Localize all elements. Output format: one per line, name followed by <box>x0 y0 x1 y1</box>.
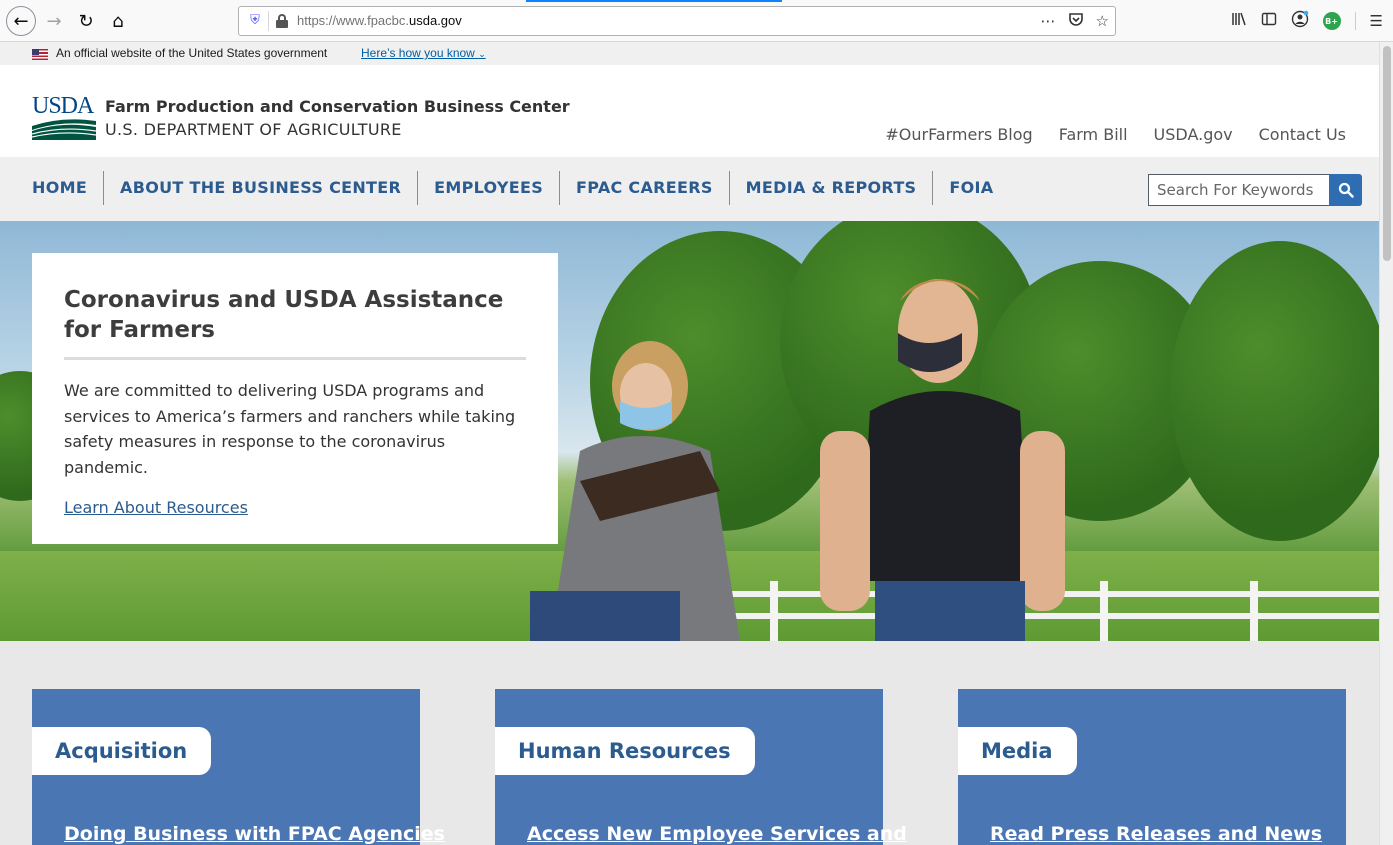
back-icon[interactable]: ← <box>6 6 36 36</box>
page-scrollbar[interactable] <box>1379 42 1393 845</box>
more-icon[interactable]: ⋯ <box>1041 12 1056 30</box>
search-field[interactable] <box>1148 174 1330 206</box>
account-icon[interactable] <box>1291 10 1309 32</box>
card-human-resources: Human Resources Access New Employee Serv… <box>495 689 907 845</box>
nav-foia[interactable]: FOIA <box>933 171 1009 205</box>
address-bar[interactable]: ⛨ https://www.fpacbc.usda.gov ⋯ ☆ <box>238 6 1116 36</box>
reload-icon[interactable]: ↻ <box>72 7 100 35</box>
man-figure <box>820 279 1065 641</box>
utility-links: #OurFarmers Blog Farm Bill USDA.gov Cont… <box>885 125 1346 144</box>
card-link[interactable]: Read Press Releases and News <box>990 823 1322 845</box>
main-navigation: HOME ABOUT THE BUSINESS CENTER EMPLOYEES… <box>0 157 1379 221</box>
hero-card: Coronavirus and USDA Assistance for Farm… <box>32 253 558 544</box>
url-prefix: https://www.fpacbc. <box>297 13 409 28</box>
card-title: Acquisition <box>32 727 212 775</box>
search-input[interactable] <box>1149 175 1329 205</box>
url-domain: usda.gov <box>409 13 462 28</box>
chevron-down-icon: ⌄ <box>478 49 486 59</box>
browser-toolbar: ← → ↻ ⌂ ⛨ https://www.fpacbc.usda.gov ⋯ … <box>0 0 1393 42</box>
usda-logo[interactable]: USDA <box>32 93 96 142</box>
logo-swoosh-icon <box>32 119 96 140</box>
url-separator <box>268 11 269 31</box>
hero-body: We are committed to delivering USDA prog… <box>64 381 516 477</box>
card-acquisition: Acquisition Doing Business with FPAC Age… <box>32 689 445 845</box>
gov-banner: An official website of the United States… <box>0 42 1379 65</box>
star-icon[interactable]: ☆ <box>1096 12 1109 30</box>
learn-about-resources-link[interactable]: Learn About Resources <box>64 498 248 517</box>
hero-banner: Coronavirus and USDA Assistance for Farm… <box>0 221 1379 641</box>
nav-media-reports[interactable]: MEDIA & REPORTS <box>730 171 934 205</box>
link-usda-gov[interactable]: USDA.gov <box>1154 125 1233 144</box>
library-icon[interactable] <box>1231 11 1247 31</box>
hero-title: Coronavirus and USDA Assistance for Farm… <box>64 285 526 360</box>
nav-about-business-center[interactable]: ABOUT THE BUSINESS CENTER <box>104 171 419 205</box>
nav-home[interactable]: HOME <box>16 171 105 205</box>
home-icon[interactable]: ⌂ <box>104 7 132 35</box>
feature-cards: Acquisition Doing Business with FPAC Age… <box>0 641 1379 845</box>
link-farm-bill[interactable]: Farm Bill <box>1059 125 1128 144</box>
sidebar-icon[interactable] <box>1261 11 1277 31</box>
card-media: Media Read Press Releases and News <box>958 689 1346 845</box>
gov-banner-link-label: Here’s how you know <box>361 46 475 60</box>
gov-banner-text: An official website of the United States… <box>56 46 328 60</box>
pocket-icon[interactable] <box>1068 11 1084 31</box>
department-name: U.S. DEPARTMENT OF AGRICULTURE <box>105 120 402 139</box>
site-name[interactable]: Farm Production and Conservation Busines… <box>105 97 570 116</box>
us-flag-icon <box>32 49 48 60</box>
scrollbar-thumb[interactable] <box>1383 46 1391 261</box>
logo-text: USDA <box>32 93 94 119</box>
forward-icon[interactable]: → <box>40 7 68 35</box>
shield-icon[interactable]: ⛨ <box>247 13 263 29</box>
nav-employees[interactable]: EMPLOYEES <box>418 171 561 205</box>
toolbar-divider <box>1354 12 1356 30</box>
card-title: Media <box>958 727 1077 775</box>
search-icon <box>1338 182 1354 198</box>
card-link[interactable]: Doing Business with FPAC Agencies <box>64 823 445 845</box>
gov-banner-link[interactable]: Here’s how you know ⌄ <box>361 46 486 60</box>
active-tab-indicator <box>526 0 782 2</box>
extension-icon[interactable]: B+ <box>1322 12 1341 30</box>
search-button[interactable] <box>1329 174 1362 206</box>
link-contact-us[interactable]: Contact Us <box>1259 125 1346 144</box>
menu-icon[interactable]: ☰ <box>1370 12 1383 30</box>
site-header: USDA Farm Production and Conservation Bu… <box>0 65 1379 157</box>
url-text[interactable]: https://www.fpacbc.usda.gov <box>297 13 462 28</box>
link-ourfarmers-blog[interactable]: #OurFarmers Blog <box>885 125 1032 144</box>
card-link[interactable]: Access New Employee Services and <box>527 823 907 845</box>
nav-fpac-careers[interactable]: FPAC CAREERS <box>560 171 730 205</box>
lock-icon[interactable] <box>276 14 288 28</box>
card-title: Human Resources <box>495 727 755 775</box>
